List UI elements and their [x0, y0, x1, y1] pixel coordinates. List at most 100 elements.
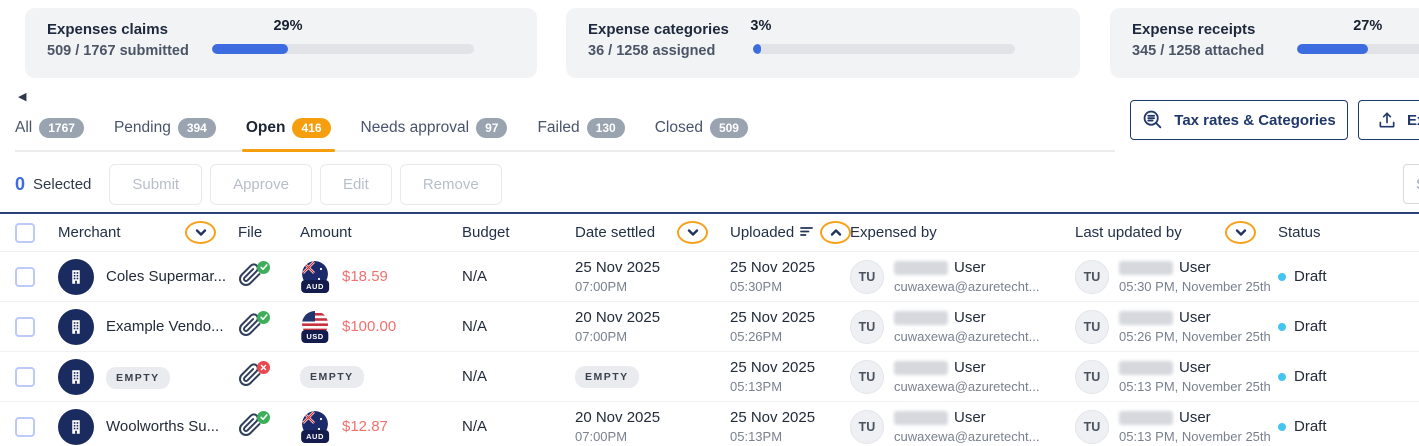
column-label: Amount [300, 224, 352, 241]
progress-percent-label: 29% [273, 18, 302, 34]
column-date-settled: Date settled [567, 221, 722, 244]
date: 20 Nov 2025 [575, 409, 660, 426]
row-checkbox[interactable] [15, 417, 35, 437]
row-checkbox[interactable] [15, 267, 35, 287]
time: 05:13PM [730, 379, 815, 394]
column-label: Date settled [575, 224, 655, 241]
merchant-name[interactable]: Coles Supermar... [106, 268, 226, 285]
card-title: Expense receipts [1132, 21, 1264, 38]
building-icon [67, 368, 85, 386]
column-label: Uploaded [730, 224, 794, 241]
attachment-icon[interactable] [238, 363, 266, 391]
tab-label: Pending [114, 119, 171, 137]
remove-button[interactable]: Remove [400, 164, 502, 205]
edit-button[interactable]: Edit [320, 164, 392, 205]
progress-fill [212, 44, 288, 54]
tab-count-badge: 1767 [39, 118, 84, 138]
time: 07:00PM [575, 429, 660, 444]
tab-needs-approval[interactable]: Needs approval 97 [361, 118, 508, 138]
chevron-down-icon [687, 228, 699, 237]
date-settled-cell: 25 Nov 2025 07:00PM [575, 259, 660, 294]
date-settled-sort-button[interactable] [677, 221, 708, 244]
export-button[interactable]: Export [1358, 100, 1419, 140]
redacted-name [894, 361, 948, 375]
row-checkbox[interactable] [15, 317, 35, 337]
uploaded-cell: 25 Nov 2025 05:13PM [730, 409, 815, 444]
search-input[interactable] [1403, 164, 1419, 204]
redacted-name [894, 411, 948, 425]
updated-timestamp: 05:13 PM, November 25th, ... [1119, 429, 1270, 444]
redacted-name [1119, 261, 1173, 275]
select-all-checkbox[interactable] [15, 223, 35, 243]
card-title: Expenses claims [47, 21, 189, 38]
amount-value: $18.59 [342, 268, 388, 285]
table-row[interactable]: Example Vendo... USD $100.00 N/A 20 Nov … [0, 302, 1419, 352]
progress-fill [753, 44, 761, 54]
merchant-name[interactable]: Example Vendo... [106, 318, 224, 335]
chevron-up-icon [830, 228, 842, 237]
attachment-icon[interactable] [238, 413, 266, 441]
card-subtitle: 345 / 1258 attached [1132, 43, 1264, 59]
tab-label: All [15, 119, 32, 137]
column-status: Status [1270, 224, 1419, 241]
last-updated-cell: User 05:30 PM, November 25th,... [1119, 259, 1270, 294]
time: 05:26PM [730, 329, 815, 344]
chevron-down-icon [195, 228, 207, 237]
row-checkbox[interactable] [15, 367, 35, 387]
table-header-row: Merchant File Amount Budget Date settled… [0, 214, 1419, 252]
search-document-icon [1142, 109, 1164, 131]
last-updated-sort-button[interactable] [1225, 221, 1256, 244]
currency-flag-aud: AUD [300, 261, 330, 293]
status-dot-icon [1278, 423, 1286, 431]
tab-open[interactable]: Open 416 [246, 118, 331, 138]
currency-code: USD [301, 330, 328, 343]
column-label: Status [1278, 224, 1321, 241]
table-row[interactable]: EMPTY EMPTY N/A EMPTY 25 Nov 2025 05:13P… [0, 352, 1419, 402]
tab-pending[interactable]: Pending 394 [114, 118, 216, 138]
progress-claims: 29% [212, 18, 474, 68]
currency-flag-usd: USD [300, 311, 330, 343]
progress-categories: 3% [753, 18, 1015, 68]
date: 25 Nov 2025 [730, 259, 815, 276]
user-name: User [954, 259, 986, 276]
status-label: Draft [1294, 368, 1327, 385]
tax-rates-categories-button[interactable]: Tax rates & Categories [1130, 100, 1348, 140]
expenses-table: Merchant File Amount Budget Date settled… [0, 212, 1419, 446]
chevron-down-icon [1235, 228, 1247, 237]
action-bar: 0 Selected Submit Approve Edit Remove [0, 156, 1419, 212]
expensed-by-cell: User cuwaxewa@azuretecht... [894, 359, 1039, 394]
attachment-icon[interactable] [238, 313, 266, 341]
tab-closed[interactable]: Closed 509 [655, 118, 748, 138]
tab-all[interactable]: All 1767 [15, 118, 84, 138]
table-row[interactable]: Woolworths Su... AUD $12.87 N/A 20 Nov 2… [0, 402, 1419, 446]
uploaded-cell: 25 Nov 2025 05:26PM [730, 309, 815, 344]
date: 25 Nov 2025 [575, 259, 660, 276]
status-label: Draft [1294, 268, 1327, 285]
merchant-sort-button[interactable] [185, 221, 216, 244]
updated-timestamp: 05:26 PM, November 25th,... [1119, 329, 1270, 344]
status-badge: Draft [1278, 268, 1327, 285]
building-icon [67, 418, 85, 436]
uploaded-cell: 25 Nov 2025 05:30PM [730, 259, 815, 294]
budget-value: N/A [462, 318, 487, 335]
submit-button[interactable]: Submit [109, 164, 202, 205]
time: 07:00PM [575, 279, 660, 294]
building-icon [67, 268, 85, 286]
attachment-icon[interactable] [238, 263, 266, 291]
last-updated-cell: User 05:13 PM, November 25th, ... [1119, 409, 1270, 444]
attachment-ok-icon [257, 261, 270, 274]
merchant-name[interactable]: Woolworths Su... [106, 418, 219, 435]
date: 25 Nov 2025 [730, 359, 815, 376]
user-email: cuwaxewa@azuretecht... [894, 429, 1039, 444]
approve-button[interactable]: Approve [210, 164, 312, 205]
building-icon [67, 318, 85, 336]
stats-section: Expenses claims 509 / 1767 submitted 29%… [0, 0, 1419, 86]
user-avatar: TU [850, 260, 884, 294]
selected-count: 0 [15, 174, 25, 195]
table-row[interactable]: Coles Supermar... AUD $18.59 N/A 25 Nov … [0, 252, 1419, 302]
attachment-ok-icon [257, 411, 270, 424]
tab-failed[interactable]: Failed 130 [537, 118, 624, 138]
user-avatar: TU [1075, 410, 1109, 444]
column-file: File [230, 224, 292, 241]
budget-value: N/A [462, 268, 487, 285]
